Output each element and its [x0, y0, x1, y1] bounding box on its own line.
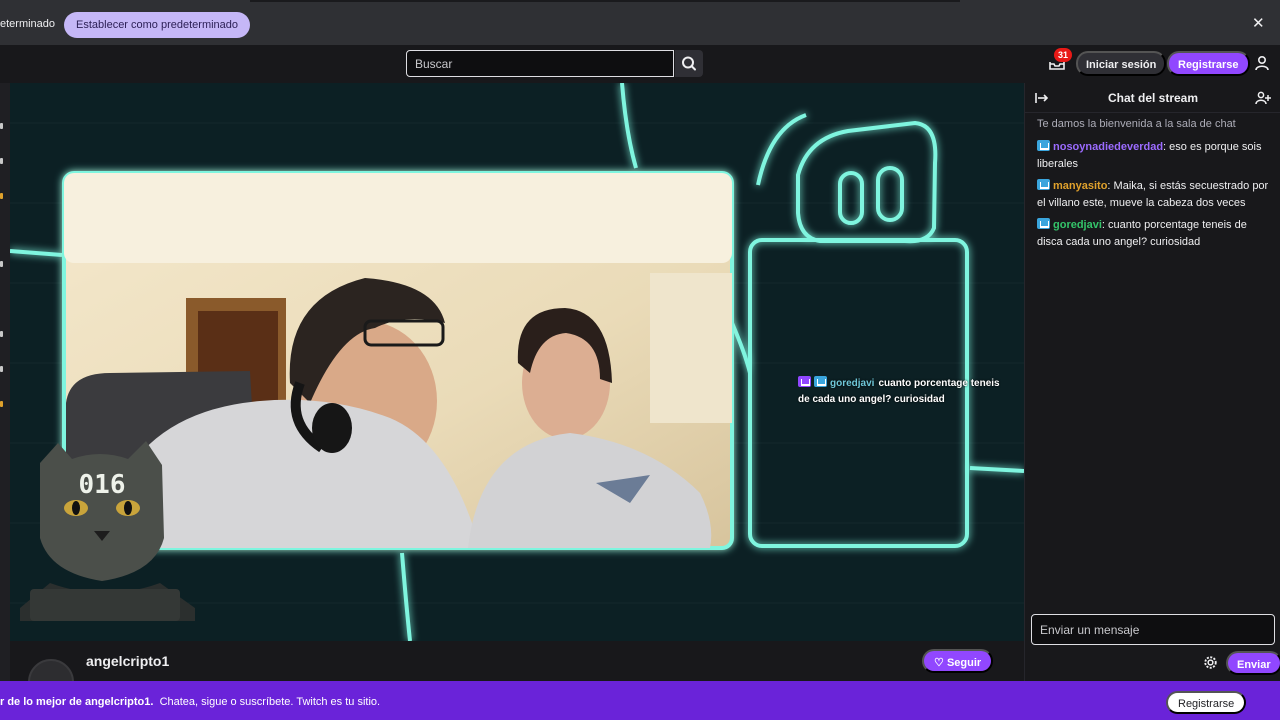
chat-panel: Chat del stream Te damos la bienvenida a… — [1024, 83, 1280, 681]
chat-message: goredjavi: cuanto porcentage teneis de d… — [1037, 217, 1275, 251]
follow-label: Seguir — [946, 657, 982, 669]
promo-text-bold: r de lo mejor de angelcripto1. — [0, 696, 154, 708]
twitch-badge-icon — [798, 376, 811, 387]
overlay-username: goredjavi — [830, 378, 875, 389]
chat-message: nosoynadiedeverdad: eso es porque sois l… — [1037, 139, 1275, 173]
heart-icon: ♡ — [934, 657, 944, 669]
signup-promo-bar: r de lo mejor de angelcripto1. Chatea, s… — [0, 681, 1280, 720]
search-icon — [682, 56, 696, 71]
rail-item[interactable] — [0, 366, 3, 372]
stream-overlay-art: 016 — [10, 83, 1024, 641]
rail-item[interactable] — [0, 123, 3, 129]
chat-username[interactable]: manyasito — [1053, 180, 1107, 192]
left-sidebar-rail[interactable] — [0, 83, 10, 681]
rail-item[interactable] — [0, 158, 3, 164]
login-button[interactable]: Iniciar sesión — [1076, 51, 1167, 76]
chat-message: manyasito: Maika, si estás secuestrado p… — [1037, 178, 1275, 212]
send-button[interactable]: Enviar — [1226, 651, 1280, 675]
banner-text: eterminado — [0, 18, 56, 30]
rail-item[interactable] — [0, 331, 3, 337]
users-icon — [1255, 91, 1271, 105]
cat-mascot: 016 — [20, 441, 195, 621]
rail-item[interactable] — [0, 193, 3, 199]
chat-input[interactable] — [1031, 614, 1275, 645]
register-promo-button[interactable]: Registrarse — [1166, 691, 1247, 714]
user-icon — [1255, 55, 1269, 71]
promo-text-rest: Chatea, sigue o suscríbete. Twitch es tu… — [159, 696, 381, 708]
overlay-message-text: cuanto porcentage teneis de cada uno ang… — [798, 378, 1000, 405]
browser-banner: eterminado Establecer como predeterminad… — [0, 0, 1280, 45]
search-input[interactable] — [406, 50, 674, 77]
chat-username[interactable]: nosoynadiedeverdad — [1053, 141, 1163, 153]
prime-badge-icon — [1037, 218, 1050, 229]
channel-info-bar: angelcripto1 ♡ Seguir — [10, 641, 1024, 705]
chat-username[interactable]: goredjavi — [1053, 219, 1102, 231]
channel-name[interactable]: angelcripto1 — [86, 653, 169, 669]
prime-badge-icon — [1037, 140, 1050, 151]
register-button[interactable]: Registrarse — [1167, 51, 1250, 76]
rail-item[interactable] — [0, 261, 3, 267]
banner-divider — [250, 0, 960, 2]
gear-icon — [1204, 656, 1217, 669]
user-menu-button[interactable] — [1254, 55, 1270, 71]
community-button[interactable] — [1255, 90, 1271, 106]
overlay-number: 016 — [79, 470, 126, 500]
rail-item[interactable] — [0, 401, 3, 407]
chat-settings-button[interactable] — [1203, 655, 1218, 670]
follow-button[interactable]: ♡ Seguir — [922, 649, 994, 673]
chat-title: Chat del stream — [1107, 91, 1199, 105]
prime-badge-icon — [1037, 179, 1050, 190]
promo-text: r de lo mejor de angelcripto1. Chatea, s… — [0, 696, 380, 708]
prime-badge-icon — [814, 376, 827, 387]
search-button[interactable] — [675, 50, 703, 77]
overlay-chat-message: goredjavi cuanto porcentage teneis de cad… — [798, 376, 1014, 408]
chat-header: Chat del stream — [1025, 83, 1280, 113]
video-player[interactable]: 016 goredjavi cuanto porcentage teneis de… — [10, 83, 1024, 641]
notification-badge: 31 — [1054, 48, 1073, 62]
chat-welcome-message: Te damos la bienvenida a la sala de chat — [1037, 118, 1236, 130]
set-default-button[interactable]: Establecer como predeterminado — [64, 12, 251, 38]
top-navigation: 31 Iniciar sesión Registrarse — [0, 45, 1280, 83]
close-icon[interactable]: ✕ — [1252, 14, 1265, 32]
